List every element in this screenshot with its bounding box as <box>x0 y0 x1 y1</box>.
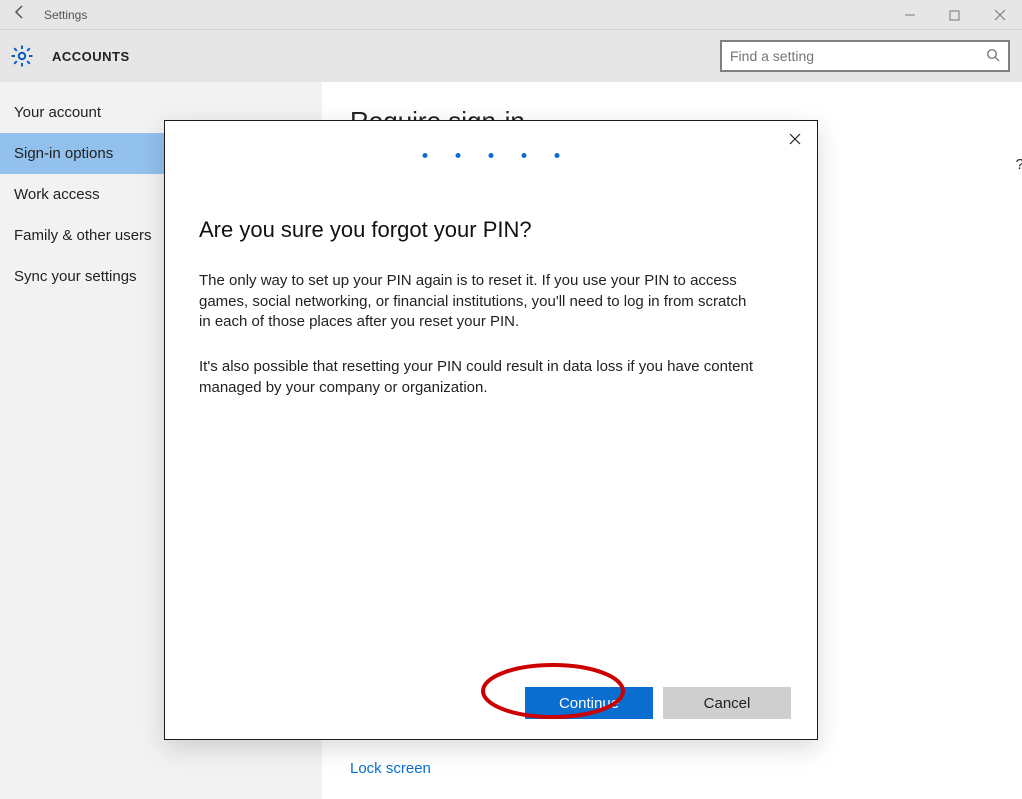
loading-dots <box>423 153 560 158</box>
dialog-paragraph-2: It's also possible that resetting your P… <box>199 357 759 398</box>
search-icon <box>986 48 1000 65</box>
dialog-header <box>165 121 817 155</box>
gear-icon <box>10 44 34 68</box>
maximize-button[interactable] <box>932 0 977 30</box>
lock-screen-link[interactable]: Lock screen <box>350 760 431 777</box>
minimize-button[interactable] <box>887 0 932 30</box>
search-box[interactable] <box>720 40 1010 72</box>
titlebar: Settings <box>0 0 1022 30</box>
dialog-body: Are you sure you forgot your PIN? The on… <box>165 155 817 398</box>
section-title: ACCOUNTS <box>52 49 130 64</box>
search-input[interactable] <box>730 48 986 64</box>
page-sub-fragment: ? <box>1016 156 1022 173</box>
window-title: Settings <box>44 8 87 22</box>
window-controls <box>887 0 1022 30</box>
continue-button[interactable]: Continue <box>525 687 653 719</box>
back-button[interactable] <box>0 4 40 25</box>
forgot-pin-dialog: Are you sure you forgot your PIN? The on… <box>164 120 818 740</box>
dialog-paragraph-1: The only way to set up your PIN again is… <box>199 271 759 333</box>
dialog-footer: Continue Cancel <box>525 687 791 719</box>
close-button[interactable] <box>977 0 1022 30</box>
cancel-button[interactable]: Cancel <box>663 687 791 719</box>
header: ACCOUNTS <box>0 30 1022 82</box>
dialog-title: Are you sure you forgot your PIN? <box>199 217 783 243</box>
dialog-close-button[interactable] <box>781 127 809 151</box>
